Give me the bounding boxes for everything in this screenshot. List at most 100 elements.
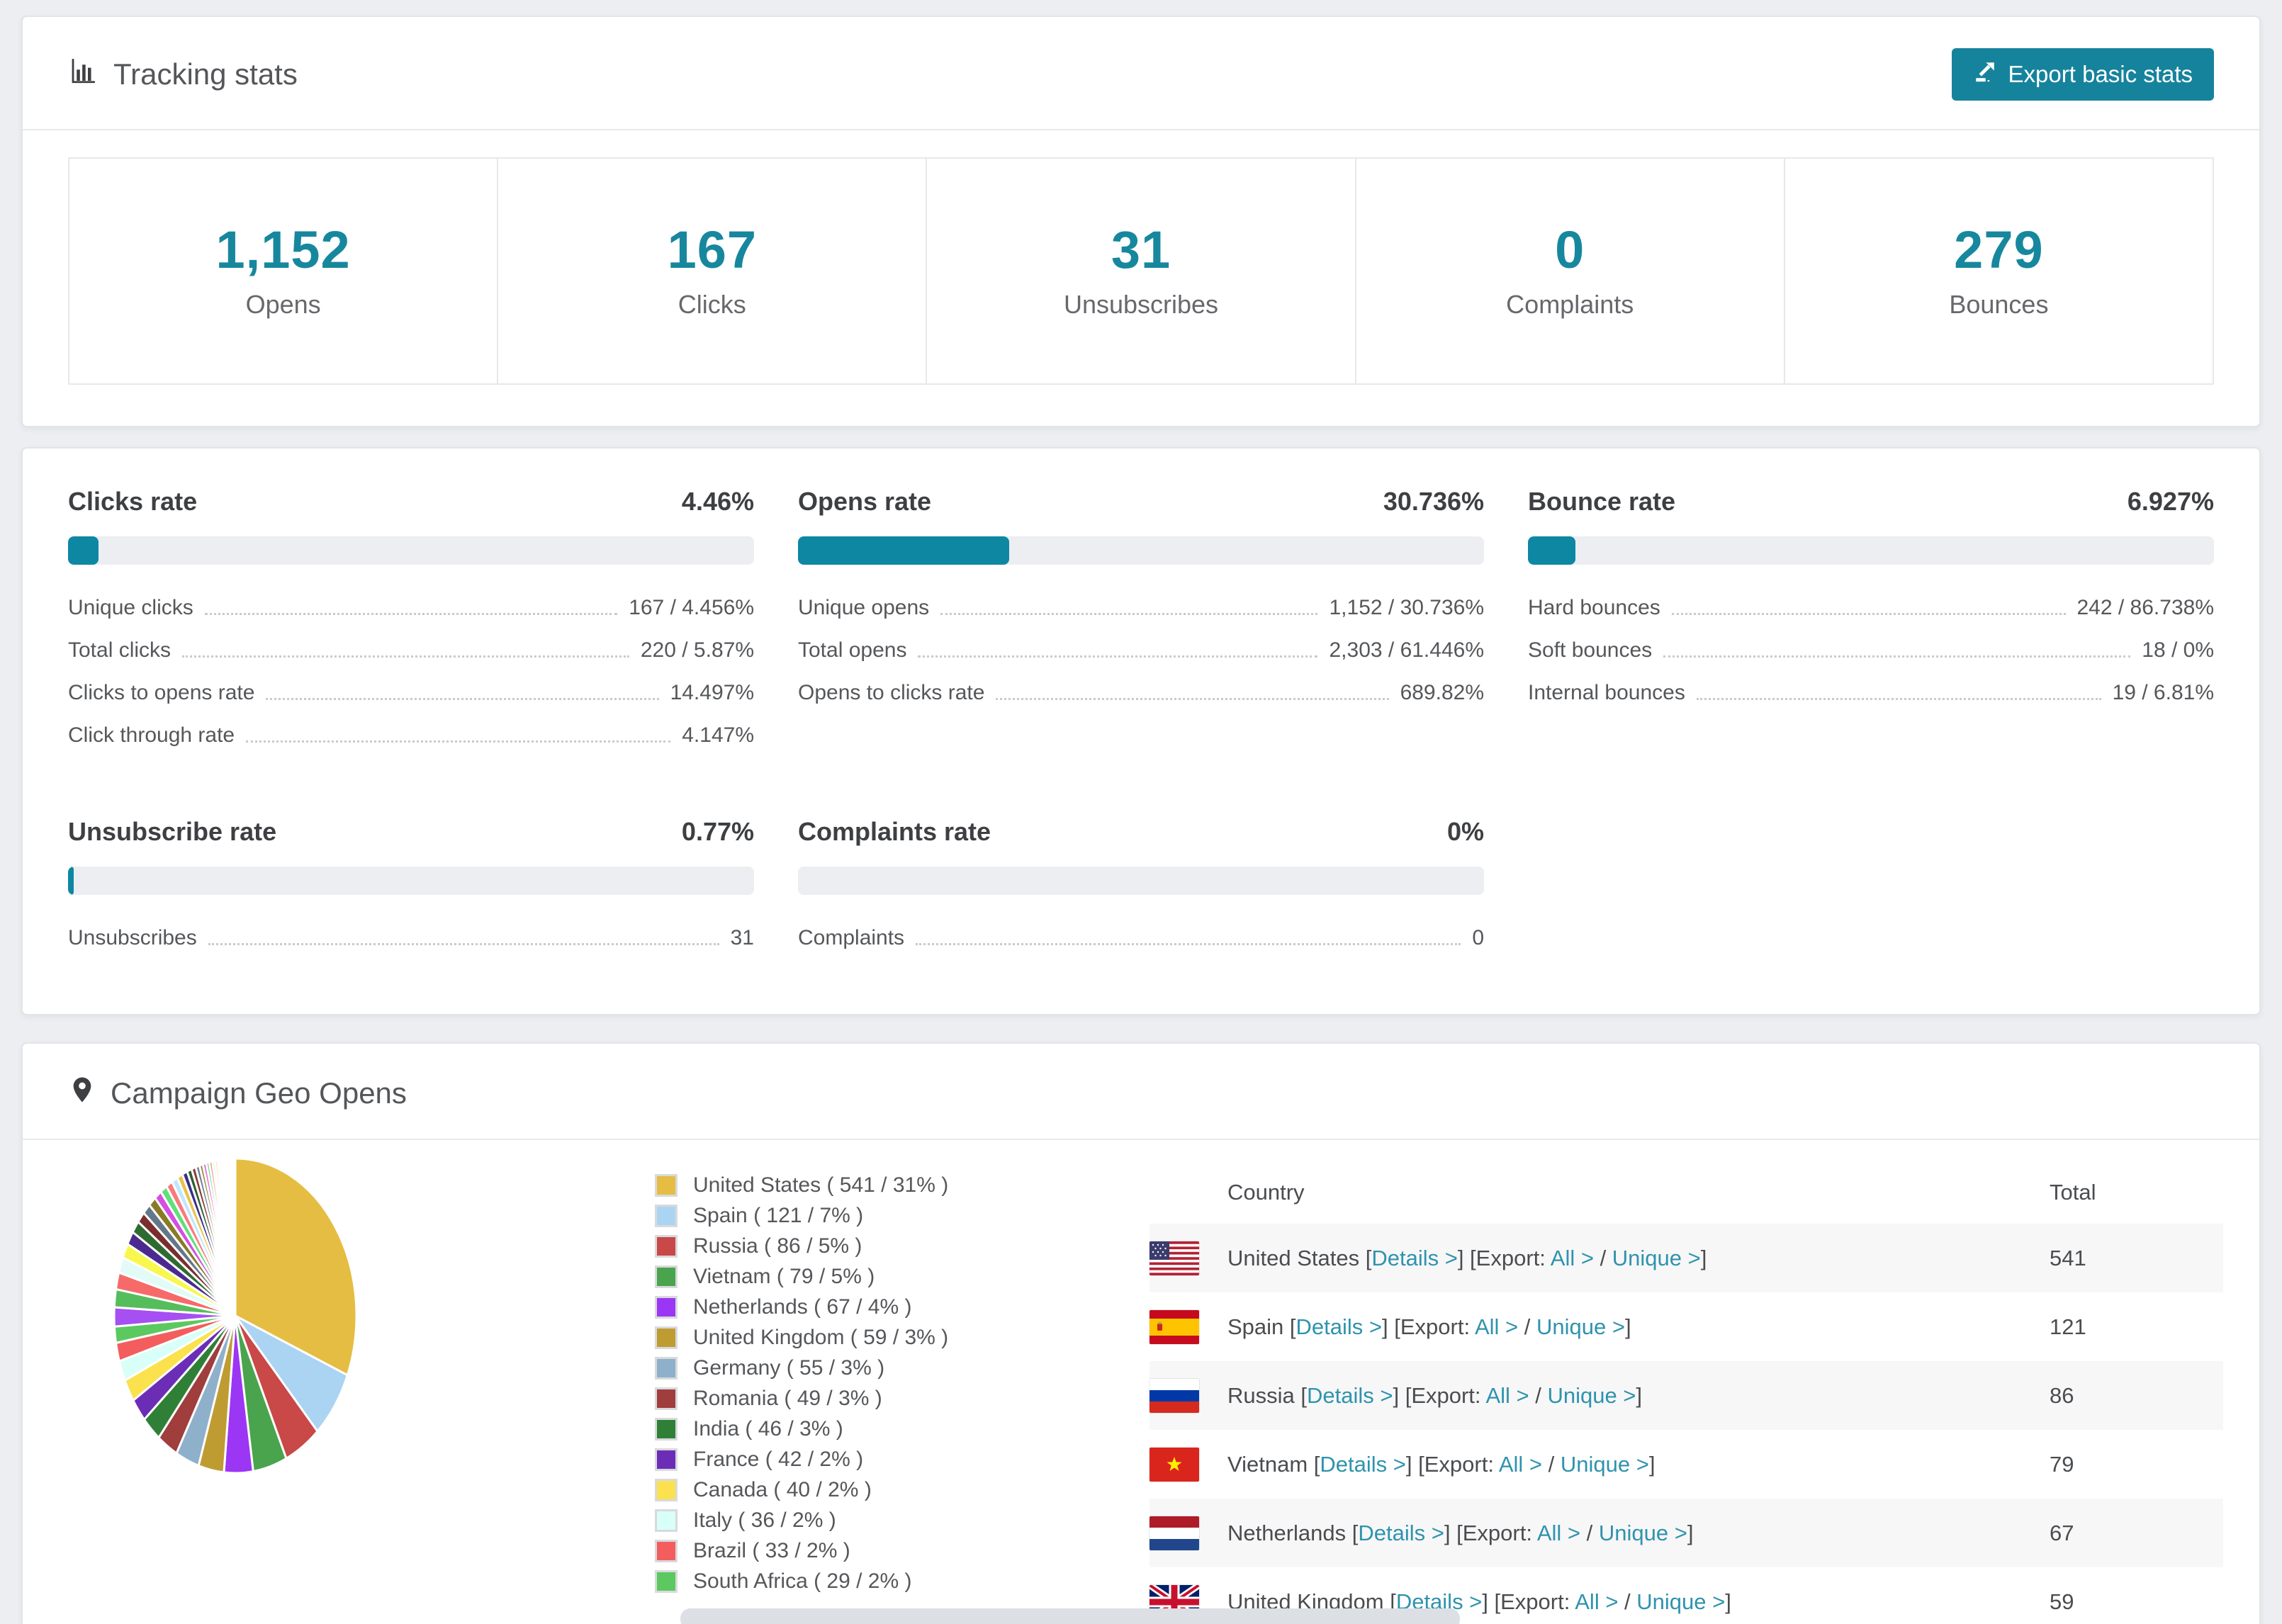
export-unique-link[interactable]: Unique > xyxy=(1612,1246,1701,1270)
rate-stat-value: 689.82% xyxy=(1400,681,1484,704)
legend-swatch xyxy=(655,1478,678,1501)
geo-title: Campaign Geo Opens xyxy=(111,1076,407,1110)
map-pin-icon xyxy=(68,1073,96,1113)
rate-rows: Hard bounces 242 / 86.738% Soft bounces 18 … xyxy=(1528,596,2214,705)
rate-stat-label: Unique clicks xyxy=(68,596,193,619)
export-unique-link[interactable]: Unique > xyxy=(1561,1452,1649,1477)
rate-stat-row: Clicks to opens rate 14.497% xyxy=(68,681,754,705)
rate-progress-bar xyxy=(68,867,754,895)
dotted-leader xyxy=(208,943,719,945)
rate-stat-value: 2,303 / 61.446% xyxy=(1329,638,1484,662)
export-unique-link[interactable]: Unique > xyxy=(1636,1589,1725,1614)
legend-item: Spain ( 121 / 7% ) xyxy=(655,1200,948,1231)
details-link[interactable]: Details > xyxy=(1320,1452,1405,1477)
legend-label: United States ( 541 / 31% ) xyxy=(693,1173,949,1197)
summary-stat-unsubscribes: 31 Unsubscribes xyxy=(927,159,1356,383)
dotted-leader xyxy=(204,613,618,615)
rate-stat-label: Total opens xyxy=(798,638,907,662)
export-unique-link[interactable]: Unique > xyxy=(1536,1314,1625,1339)
export-all-link[interactable]: All > xyxy=(1575,1589,1618,1614)
rate-stat-row: Unique opens 1,152 / 30.736% xyxy=(798,596,1484,620)
details-link[interactable]: Details > xyxy=(1371,1246,1457,1270)
rate-block-clicks-rate: Clicks rate 4.46% Unique clicks 167 / 4.456… xyxy=(68,487,754,766)
export-button-label: Export basic stats xyxy=(2008,61,2193,87)
flag-es-icon xyxy=(1150,1309,1199,1344)
rate-stat-row: Unique clicks 167 / 4.456% xyxy=(68,596,754,620)
export-all-link[interactable]: All > xyxy=(1551,1246,1594,1270)
stat-label: Opens xyxy=(245,290,321,319)
rate-stat-row: Total clicks 220 / 5.87% xyxy=(68,638,754,662)
tracking-stats-title-row: Tracking stats xyxy=(68,56,298,93)
details-link[interactable]: Details > xyxy=(1296,1314,1382,1339)
country-cell: Vietnam [Details >] [Export: All > / Uni… xyxy=(1227,1451,1656,1477)
export-unique-link[interactable]: Unique > xyxy=(1599,1521,1687,1545)
summary-stats-row: 1,152 Opens 167 Clicks 31 Unsubscribes 0 Compla… xyxy=(68,157,2214,385)
export-basic-stats-button[interactable]: Export basic stats xyxy=(1951,48,2214,101)
details-link[interactable]: Details > xyxy=(1307,1383,1393,1408)
legend-item: Germany ( 55 / 3% ) xyxy=(655,1353,948,1383)
export-all-link[interactable]: All > xyxy=(1537,1521,1580,1545)
country-cell: Russia [Details >] [Export: All > / Uniq… xyxy=(1227,1382,1643,1408)
legend-label: Canada ( 40 / 2% ) xyxy=(693,1477,872,1501)
dotted-leader xyxy=(940,613,1318,615)
rate-value: 6.927% xyxy=(2127,487,2214,516)
legend-swatch xyxy=(655,1326,678,1349)
tracking-stats-card: Tracking stats Export basic stats 1,152 O… xyxy=(21,16,2261,427)
rate-stat-value: 14.497% xyxy=(670,681,754,704)
legend-item: Italy ( 36 / 2% ) xyxy=(655,1505,948,1535)
rate-rows: Unsubscribes 31 xyxy=(68,926,754,950)
stat-label: Bounces xyxy=(1949,290,2049,319)
legend-swatch xyxy=(655,1295,678,1319)
legend-item: Canada ( 40 / 2% ) xyxy=(655,1474,948,1505)
table-row: Vietnam [Details >] [Export: All > / Uni… xyxy=(1150,1430,2223,1499)
rate-progress-fill xyxy=(68,536,99,565)
details-link[interactable]: Details > xyxy=(1358,1521,1444,1545)
export-all-link[interactable]: All > xyxy=(1499,1452,1542,1477)
legend-item: India ( 46 / 3% ) xyxy=(655,1414,948,1444)
rate-value: 0% xyxy=(1446,817,1484,846)
rate-stat-label: Opens to clicks rate xyxy=(798,681,985,704)
legend-swatch xyxy=(655,1173,678,1197)
legend-label: South Africa ( 29 / 2% ) xyxy=(693,1569,912,1593)
legend-label: Romania ( 49 / 3% ) xyxy=(693,1386,882,1410)
table-row: Russia [Details >] [Export: All > / Uniq… xyxy=(1150,1361,2223,1430)
dotted-leader xyxy=(182,655,629,658)
rate-head: Unsubscribe rate 0.77% xyxy=(68,817,754,847)
rate-title: Unsubscribe rate xyxy=(68,817,277,846)
rate-stat-row: Soft bounces 18 / 0% xyxy=(1528,638,2214,662)
rate-stat-value: 1,152 / 30.736% xyxy=(1329,596,1484,619)
rate-stat-label: Soft bounces xyxy=(1528,638,1653,662)
rate-stat-label: Total clicks xyxy=(68,638,172,662)
country-column-header: Country xyxy=(1227,1180,1305,1205)
dotted-leader xyxy=(1696,698,2101,700)
legend-item: Netherlands ( 67 / 4% ) xyxy=(655,1292,948,1322)
legend-swatch xyxy=(655,1265,678,1288)
rate-stat-value: 0 xyxy=(1472,926,1484,949)
rate-progress-fill xyxy=(68,867,74,895)
table-row: United States [Details >] [Export: All >… xyxy=(1150,1224,2223,1292)
legend-label: Germany ( 55 / 3% ) xyxy=(693,1355,885,1380)
total-value: 121 xyxy=(2050,1314,2086,1339)
rate-title: Clicks rate xyxy=(68,487,198,516)
rate-stat-row: Opens to clicks rate 689.82% xyxy=(798,681,1484,705)
export-unique-link[interactable]: Unique > xyxy=(1547,1383,1636,1408)
rate-rows: Unique opens 1,152 / 30.736% Total opens 2,… xyxy=(798,596,1484,705)
rate-stat-value: 31 xyxy=(730,926,754,949)
dotted-leader xyxy=(1671,613,2066,615)
export-all-link[interactable]: All > xyxy=(1475,1314,1518,1339)
rate-rows: Complaints 0 xyxy=(798,926,1484,950)
bottom-scroll-bar[interactable] xyxy=(680,1608,1460,1624)
dotted-leader xyxy=(1663,655,2131,658)
rates-card: Clicks rate 4.46% Unique clicks 167 / 4.456… xyxy=(21,447,2261,1015)
total-value: 79 xyxy=(2050,1451,2074,1477)
legend-item: Romania ( 49 / 3% ) xyxy=(655,1383,948,1414)
rate-block-bounce-rate: Bounce rate 6.927% Hard bounces 242 / 86.73… xyxy=(1528,487,2214,766)
legend-item: South Africa ( 29 / 2% ) xyxy=(655,1566,948,1596)
rate-title: Opens rate xyxy=(798,487,932,516)
total-value: 86 xyxy=(2050,1382,2074,1408)
legend-swatch xyxy=(655,1417,678,1440)
export-all-link[interactable]: All > xyxy=(1485,1383,1529,1408)
rate-stat-value: 4.147% xyxy=(682,723,754,747)
flag-ru-icon xyxy=(1150,1378,1199,1413)
rate-head: Clicks rate 4.46% xyxy=(68,487,754,517)
